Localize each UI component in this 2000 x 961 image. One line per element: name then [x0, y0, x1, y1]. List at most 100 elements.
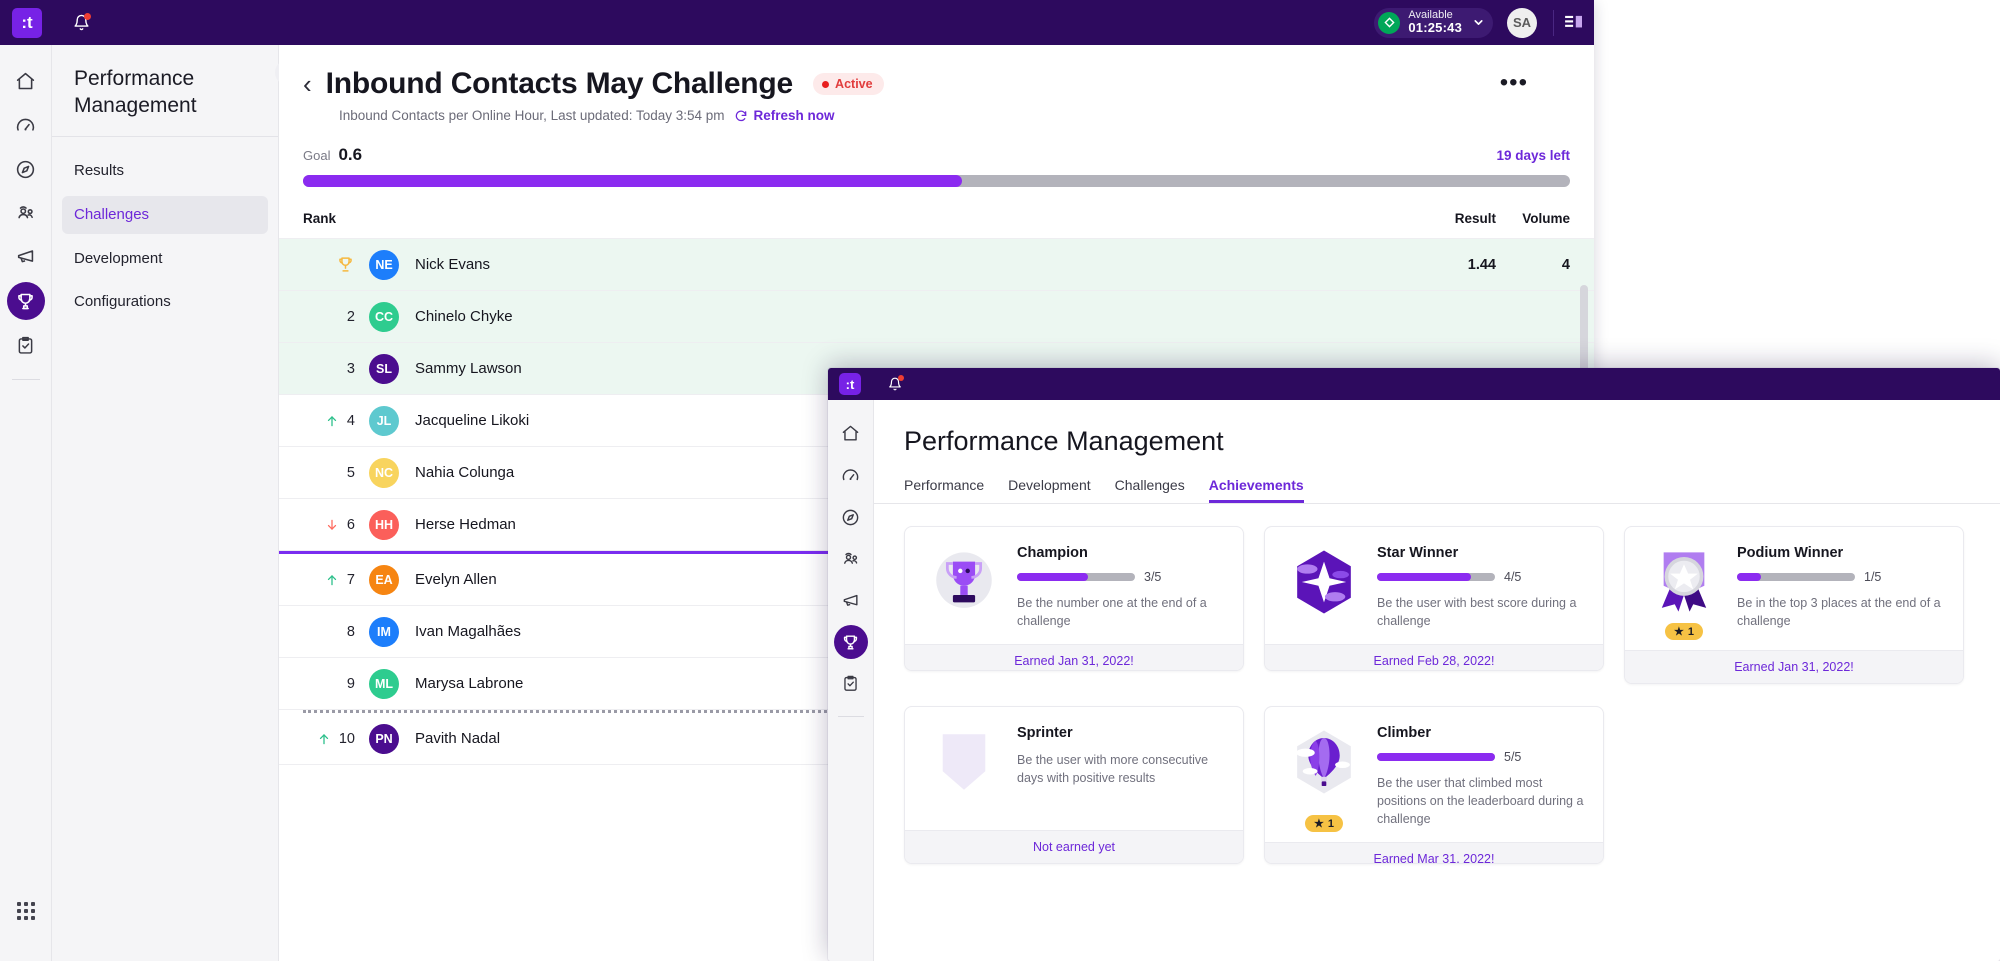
notification-dot — [898, 375, 904, 381]
achievement-progress: 3/5 — [1017, 570, 1227, 584]
tab-label: Development — [1008, 477, 1091, 493]
bell-icon[interactable] — [883, 372, 907, 396]
challenge-header: ‹ Inbound Contacts May Challenge Active … — [279, 45, 1594, 123]
achievement-card[interactable]: Sprinter Be the user with more consecutiv… — [904, 706, 1244, 864]
participant-name: Evelyn Allen — [415, 571, 497, 588]
tab-development[interactable]: Development — [1008, 477, 1091, 503]
achievement-progress-text: 4/5 — [1504, 570, 1522, 584]
compass-icon[interactable] — [7, 147, 45, 191]
rank-number: 3 — [346, 360, 355, 377]
achievement-progress: 5/5 — [1377, 750, 1587, 764]
achievement-card-body: ★ 1 Podium Winner 1/5 Be in the top 3 places… — [1625, 527, 1963, 650]
achievement-footer[interactable]: Not earned yet — [905, 830, 1243, 863]
achievement-info: Star Winner 4/5 Be the user with best scor… — [1367, 545, 1587, 630]
achievement-card[interactable]: ★ 1 Podium Winner 1/5 Be in the top 3 places… — [1624, 526, 1964, 684]
column-header-result: Result — [1454, 211, 1496, 226]
achievement-card[interactable]: Champion 3/5 Be the number one at the end … — [904, 526, 1244, 671]
participant-name: Sammy Lawson — [415, 360, 522, 377]
sidebar-item-development[interactable]: Development — [62, 241, 268, 277]
megaphone-icon[interactable] — [7, 235, 45, 279]
page-title: Inbound Contacts May Challenge — [325, 67, 794, 100]
achievement-card[interactable]: Star Winner 4/5 Be the user with best scor… — [1264, 526, 1604, 671]
tab-bar: Performance Development Challenges Achie… — [874, 457, 2000, 503]
column-header-volume: Volume — [1522, 211, 1570, 226]
app-logo[interactable]: :t — [12, 7, 42, 38]
more-options-icon[interactable]: ••• — [1500, 71, 1528, 95]
achievements-grid: Champion 3/5 Be the number one at the end … — [874, 504, 2000, 864]
sidebar-item-label: Configurations — [74, 293, 171, 311]
compass-icon[interactable] — [834, 496, 868, 538]
star-icon: ★ — [1314, 818, 1324, 831]
rank-number: 6 — [346, 516, 355, 533]
page-title: Performance Management — [904, 426, 1224, 456]
achievement-info: Champion 3/5 Be the number one at the end … — [1007, 545, 1227, 630]
sidebar-item-label: Development — [74, 250, 163, 268]
trend-down-icon — [325, 518, 339, 532]
refresh-now-label: Refresh now — [753, 108, 835, 123]
star-count-value: 1 — [1327, 817, 1334, 830]
table-row[interactable]: 2 CC Chinelo Chyke — [279, 291, 1594, 343]
rank-number: 7 — [346, 571, 355, 588]
achievement-info: Podium Winner 1/5 Be in the top 3 places a… — [1727, 545, 1947, 636]
achievement-card[interactable]: ★ 1 Climber 5/5 Be the user that climbed mos… — [1264, 706, 1604, 864]
table-row[interactable]: NE Nick Evans 1.44 4 — [279, 239, 1594, 291]
sidebar-item-label: Challenges — [74, 206, 150, 224]
sidebar-item-configurations[interactable]: Configurations — [62, 284, 268, 320]
status-text: Available 01:25:43 — [1408, 9, 1462, 37]
rank-number: 2 — [346, 308, 355, 325]
window1-icon-rail — [0, 45, 52, 961]
goal-progress-fill — [303, 175, 962, 187]
achievement-name: Sprinter — [1017, 725, 1073, 741]
status-diamond-icon — [1378, 11, 1401, 34]
rank-number: 5 — [346, 464, 355, 481]
tab-performance[interactable]: Performance — [904, 477, 984, 503]
tab-achievements[interactable]: Achievements — [1208, 477, 1304, 503]
tab-challenges[interactable]: Challenges — [1115, 477, 1185, 503]
rail-divider — [837, 716, 864, 717]
participant-name: Nick Evans — [415, 256, 491, 273]
gauge-icon[interactable] — [7, 103, 45, 147]
trophy-icon[interactable] — [833, 625, 868, 659]
bell-icon[interactable] — [66, 8, 96, 38]
achievement-progress-track — [1017, 573, 1135, 581]
chevron-left-icon[interactable]: ‹ — [303, 69, 312, 100]
megaphone-icon[interactable] — [834, 580, 868, 622]
refresh-now-button[interactable]: Refresh now — [734, 108, 835, 123]
rank-cell: 5 — [303, 465, 355, 481]
achievement-description: Be the user with best score during a cha… — [1377, 596, 1577, 629]
people-icon[interactable] — [834, 538, 868, 580]
achievements-main: Performance Management Performance Devel… — [874, 400, 2000, 961]
participant-name: Pavith Nadal — [415, 730, 501, 747]
trend-up-icon — [325, 573, 339, 587]
rank-number: 8 — [346, 623, 355, 640]
user-avatar[interactable]: SA — [1507, 7, 1537, 38]
sidebar-item-challenges[interactable]: Challenges — [62, 195, 268, 234]
app-logo[interactable]: :t — [839, 373, 861, 395]
tab-label: Challenges — [1114, 477, 1185, 493]
trend-up-icon — [325, 414, 339, 428]
achievement-progress-track — [1737, 573, 1855, 581]
rank-number: 4 — [346, 412, 355, 429]
clipboard-check-icon[interactable] — [834, 662, 868, 704]
achievement-progress-fill — [1017, 573, 1088, 581]
achievement-footer[interactable]: Earned Jan 31, 2022! — [905, 644, 1243, 670]
chevron-down-icon[interactable] — [1472, 16, 1485, 29]
availability-status-pill[interactable]: Available 01:25:43 — [1374, 7, 1493, 38]
clipboard-check-icon[interactable] — [7, 323, 45, 367]
panel-toggle-icon[interactable] — [1554, 0, 1594, 45]
achievement-progress-fill — [1377, 573, 1472, 581]
people-icon[interactable] — [7, 191, 45, 235]
achievement-footer[interactable]: Earned Mar 31, 2022! — [1265, 842, 1603, 863]
home-icon[interactable] — [834, 412, 868, 454]
apps-grid-icon[interactable] — [7, 889, 45, 933]
sidebar-item-results[interactable]: Results — [62, 153, 268, 189]
star-count-value: 1 — [1687, 625, 1694, 638]
achievement-footer[interactable]: Earned Jan 31, 2022! — [1625, 650, 1963, 683]
achievement-footer[interactable]: Earned Feb 28, 2022! — [1265, 644, 1603, 670]
trophy-icon[interactable] — [6, 282, 45, 320]
achievement-progress: 4/5 — [1377, 570, 1587, 584]
achievement-info: Climber 5/5 Be the user that climbed most … — [1367, 725, 1587, 828]
home-icon[interactable] — [7, 59, 45, 103]
achievement-progress: 1/5 — [1737, 570, 1947, 584]
gauge-icon[interactable] — [834, 454, 868, 496]
